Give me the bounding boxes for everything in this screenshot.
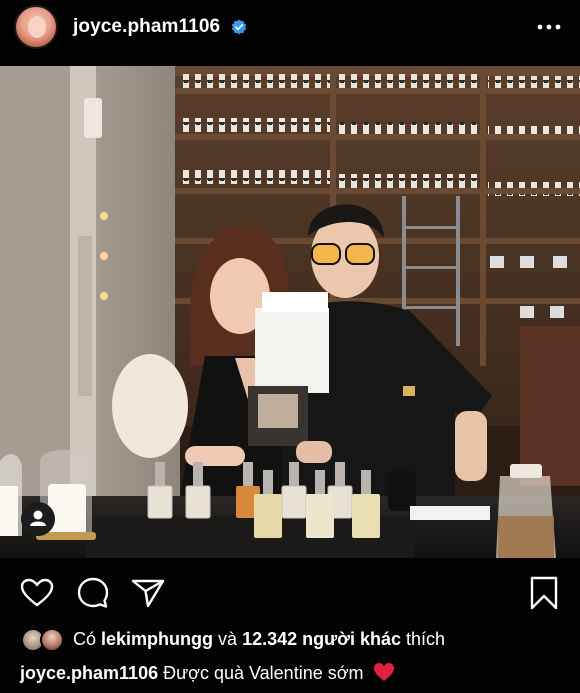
send-share-icon[interactable] (130, 575, 166, 611)
bookmark-icon[interactable] (526, 575, 562, 611)
photo-illustration (0, 66, 580, 558)
likes-first-user[interactable]: lekimphungg (101, 629, 213, 649)
more-options-icon[interactable] (535, 16, 563, 38)
like-heart-icon[interactable] (19, 575, 55, 611)
liker-avatar (40, 628, 64, 652)
likes-suffix: thích (406, 629, 446, 649)
caption-username[interactable]: joyce.pham1106 (20, 663, 158, 683)
likes-prefix: Có (73, 629, 97, 649)
likes-text: Có lekimphungg và 12.342 người khác thíc… (73, 629, 445, 650)
red-heart-emoji-icon (373, 663, 394, 681)
likes-connector: và (218, 629, 238, 649)
post-action-bar (0, 566, 580, 618)
post-header: joyce.pham1106 (0, 0, 580, 58)
likes-others-count[interactable]: 12.342 người khác (242, 629, 401, 649)
post-caption: joyce.pham1106 Được quà Valentine sớm (20, 662, 395, 684)
tagged-users-button[interactable] (21, 502, 55, 536)
caption-text: Được quà Valentine sớm (163, 663, 364, 683)
profile-avatar[interactable] (14, 5, 58, 49)
comment-icon[interactable] (75, 575, 111, 611)
post-username[interactable]: joyce.pham1106 (73, 16, 220, 38)
likes-summary[interactable]: Có lekimphungg và 12.342 người khác thíc… (0, 622, 580, 656)
post-photo[interactable] (0, 66, 580, 558)
person-icon (30, 510, 46, 526)
verified-badge-icon (231, 19, 247, 35)
